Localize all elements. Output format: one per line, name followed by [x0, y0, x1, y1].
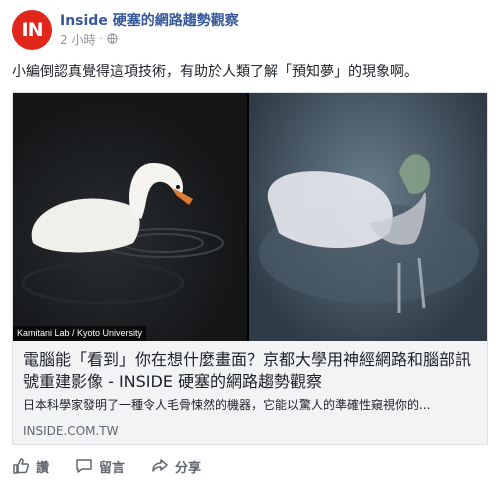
post-header: IN Inside 硬塞的網路趨勢觀察 2 小時 · [12, 8, 239, 52]
card-image[interactable]: Kamitani Lab / Kyoto University [13, 93, 487, 341]
comment-label: 留言 [99, 460, 126, 476]
share-icon [151, 457, 169, 475]
card-domain: INSIDE.COM.TW [23, 424, 119, 438]
share-label: 分享 [175, 460, 202, 476]
comment-button[interactable]: 留言 [75, 457, 125, 476]
page-avatar[interactable]: IN [12, 10, 52, 50]
reconstructed-image [247, 93, 487, 341]
post-timestamp-row: 2 小時 · [60, 32, 239, 48]
like-label: 讚 [36, 460, 50, 476]
post-meta: Inside 硬塞的網路趨勢觀察 2 小時 · [60, 12, 239, 48]
separator-dot: · [99, 34, 103, 45]
share-button[interactable]: 分享 [151, 457, 201, 476]
like-button[interactable]: 讚 [12, 457, 49, 476]
globe-icon [107, 32, 118, 48]
page-name-link[interactable]: Inside 硬塞的網路趨勢觀察 [60, 12, 239, 30]
swan-photo: Kamitani Lab / Kyoto University [13, 93, 247, 341]
post-text: 小編倒認真覺得這項技術，有助於人類了解「預知夢」的現象啊。 [12, 64, 418, 80]
post-timestamp[interactable]: 2 小時 [60, 32, 95, 48]
image-credit: Kamitani Lab / Kyoto University [13, 326, 147, 341]
comment-icon [75, 457, 93, 475]
link-preview-card[interactable]: Kamitani Lab / Kyoto University 電腦能「看到」你… [12, 92, 488, 445]
card-description: 日本科學家發明了一種令人毛骨悚然的機器，它能以驚人的準確性窺視你的... [23, 398, 431, 412]
card-body[interactable]: 電腦能「看到」你在想什麼畫面？京都大學用神經網路和腦部訊號重建影像 - INSI… [13, 341, 487, 444]
post-actions: 讚 留言 分享 [12, 454, 488, 478]
card-title[interactable]: 電腦能「看到」你在想什麼畫面？京都大學用神經網路和腦部訊號重建影像 - INSI… [23, 349, 477, 393]
thumbs-up-icon [12, 457, 30, 475]
